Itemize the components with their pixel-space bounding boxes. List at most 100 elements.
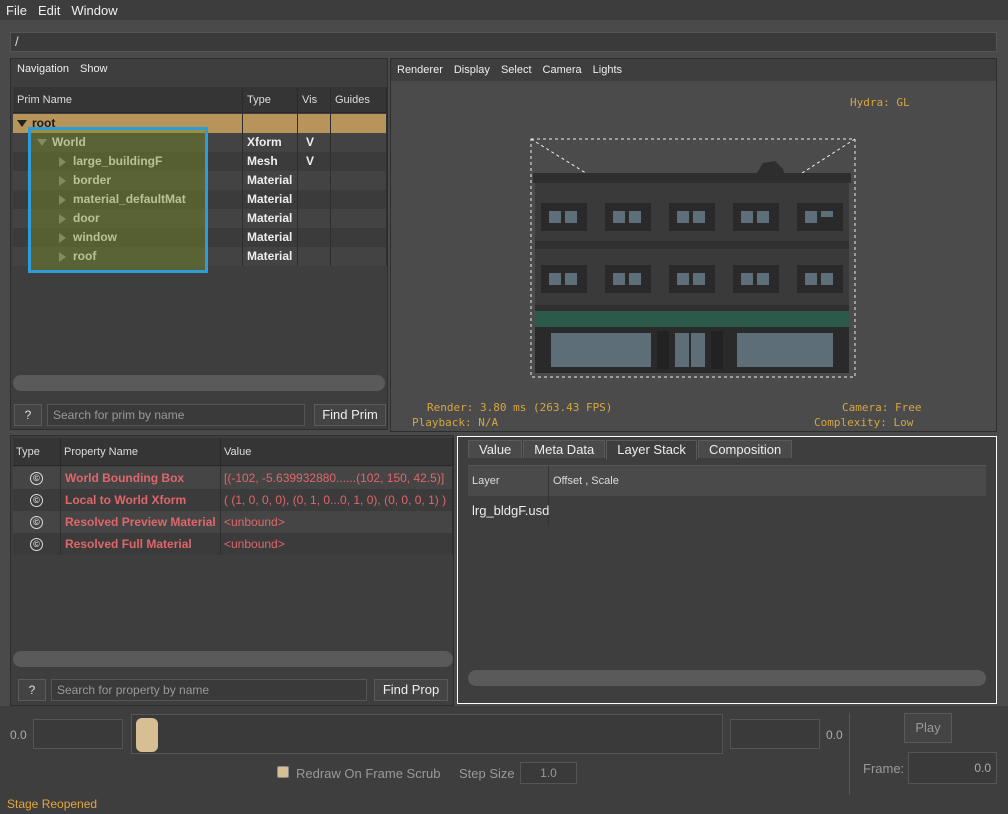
column-prim-name[interactable]: Prim Name	[13, 87, 243, 113]
layer-name: lrg_bldgF.usd	[468, 496, 549, 526]
hud-hydra: Hydra: GL	[850, 96, 910, 109]
computed-property-icon: ©	[30, 516, 43, 530]
frame-slider[interactable]	[131, 714, 723, 754]
redraw-checkbox[interactable]	[277, 766, 289, 778]
property-panel: Type Property Name Value © World Boundin…	[10, 435, 454, 706]
prim-guides[interactable]	[331, 190, 387, 209]
prim-type: Material	[243, 190, 298, 209]
menu-lights[interactable]: Lights	[587, 64, 627, 76]
frame-input[interactable]: 0.0	[908, 752, 997, 784]
menu-edit[interactable]: Edit	[32, 3, 65, 18]
prim-vis[interactable]	[298, 209, 331, 228]
table-row[interactable]: © World Bounding Box [(-102, -5.63993288…	[13, 467, 453, 489]
step-size-input[interactable]: 1.0	[520, 762, 577, 784]
start-frame-label: 0.0	[10, 728, 27, 742]
tab-layer-stack[interactable]: Layer Stack	[606, 440, 697, 460]
computed-property-icon: ©	[30, 472, 43, 486]
table-row[interactable]: © Resolved Full Material <unbound>	[13, 533, 453, 555]
tab-value[interactable]: Value	[468, 440, 523, 458]
column-layer[interactable]: Layer	[468, 466, 549, 496]
prim-guides[interactable]	[331, 114, 387, 133]
property-value: [(-102, -5.639932880......(102, 150, 42.…	[221, 467, 453, 489]
column-value[interactable]: Value	[221, 438, 453, 466]
column-guides[interactable]: Guides	[331, 87, 387, 113]
inspector-tabs: Value Meta Data Layer Stack Composition	[468, 440, 793, 460]
property-value: <unbound>	[221, 533, 453, 555]
layer-horizontal-scrollbar[interactable]	[468, 670, 986, 686]
prim-type: Material	[243, 171, 298, 190]
property-table-header: Type Property Name Value	[13, 438, 453, 466]
prim-search-input[interactable]: Search for prim by name	[47, 404, 305, 426]
prim-guides[interactable]	[331, 209, 387, 228]
prim-help-button[interactable]: ?	[14, 404, 42, 426]
computed-property-icon: ©	[30, 494, 43, 508]
play-button[interactable]: Play	[904, 713, 952, 743]
layer-stack-panel: Value Meta Data Layer Stack Composition …	[457, 436, 997, 704]
prim-vis[interactable]: V	[298, 133, 331, 152]
tab-composition[interactable]: Composition	[697, 440, 793, 458]
prim-vis[interactable]: V	[298, 152, 331, 171]
property-name: Local to World Xform	[61, 489, 221, 511]
prim-horizontal-scrollbar[interactable]	[13, 375, 385, 391]
status-bar: Stage Reopened	[0, 796, 1008, 814]
column-property-name[interactable]: Property Name	[61, 438, 221, 466]
prim-vis[interactable]	[298, 114, 331, 133]
column-offset-scale[interactable]: Offset , Scale	[549, 466, 986, 496]
hud-complexity: Complexity: Low	[814, 416, 914, 429]
menu-window[interactable]: Window	[65, 3, 122, 18]
property-name: World Bounding Box	[61, 467, 221, 489]
step-size-label: Step Size	[459, 766, 515, 781]
menu-bar: File Edit Window	[0, 0, 1008, 20]
table-row[interactable]: lrg_bldgF.usd	[468, 496, 986, 526]
frame-label: Frame:	[863, 761, 905, 776]
property-list: © World Bounding Box [(-102, -5.63993288…	[13, 467, 453, 555]
viewport-menu: Renderer Display Select Camera Lights	[391, 59, 996, 81]
prim-guides[interactable]	[331, 247, 387, 266]
find-prop-button[interactable]: Find Prop	[374, 679, 448, 701]
expand-arrow-icon[interactable]	[17, 120, 27, 128]
menu-select[interactable]: Select	[495, 64, 537, 76]
prim-table-header: Prim Name Type Vis Guides	[13, 87, 387, 113]
menu-file[interactable]: File	[0, 3, 32, 18]
prim-vis[interactable]	[298, 171, 331, 190]
hud-playback: Playback: N/A	[412, 416, 499, 429]
menu-navigation[interactable]: Navigation	[11, 63, 74, 75]
path-field[interactable]: /	[10, 32, 997, 52]
table-row[interactable]: © Local to World Xform ( (1, 0, 0, 0), (…	[13, 489, 453, 511]
hud-render-time: Render: 3.80 ms (263.43 FPS)	[427, 401, 613, 414]
property-help-button[interactable]: ?	[18, 679, 46, 701]
column-type[interactable]: Type	[13, 438, 61, 466]
prim-vis[interactable]	[298, 228, 331, 247]
viewport-panel[interactable]: Renderer Display Select Camera Lights Hy…	[390, 58, 997, 432]
menu-renderer[interactable]: Renderer	[391, 64, 448, 76]
prim-type: Mesh	[243, 152, 298, 171]
tab-meta-data[interactable]: Meta Data	[523, 440, 606, 458]
menu-show[interactable]: Show	[74, 63, 113, 75]
end-frame-input[interactable]	[730, 719, 820, 749]
prim-type: Material	[243, 228, 298, 247]
prim-guides[interactable]	[331, 152, 387, 171]
selection-highlight-box	[28, 127, 208, 273]
prim-type: Xform	[243, 133, 298, 152]
menu-camera[interactable]: Camera	[537, 64, 587, 76]
layer-offset	[549, 496, 986, 526]
prim-guides[interactable]	[331, 171, 387, 190]
menu-display[interactable]: Display	[448, 64, 495, 76]
prim-vis[interactable]	[298, 190, 331, 209]
computed-property-icon: ©	[30, 538, 43, 552]
prim-guides[interactable]	[331, 228, 387, 247]
column-vis[interactable]: Vis	[298, 87, 331, 113]
layer-stack-table: Layer Offset , Scale lrg_bldgF.usd	[468, 465, 986, 687]
find-prim-button[interactable]: Find Prim	[314, 404, 386, 426]
property-horizontal-scrollbar[interactable]	[13, 651, 453, 667]
start-frame-input[interactable]	[33, 719, 123, 749]
prim-guides[interactable]	[331, 133, 387, 152]
table-row[interactable]: © Resolved Preview Material <unbound>	[13, 511, 453, 533]
redraw-label: Redraw On Frame Scrub	[296, 766, 441, 781]
frame-slider-handle[interactable]	[136, 718, 158, 752]
prim-vis[interactable]	[298, 247, 331, 266]
prim-type: Material	[243, 209, 298, 228]
property-value: ( (1, 0, 0, 0), (0, 1, 0...0, 1, 0), (0,…	[221, 489, 453, 511]
property-search-input[interactable]: Search for property by name	[51, 679, 367, 701]
column-type[interactable]: Type	[243, 87, 298, 113]
